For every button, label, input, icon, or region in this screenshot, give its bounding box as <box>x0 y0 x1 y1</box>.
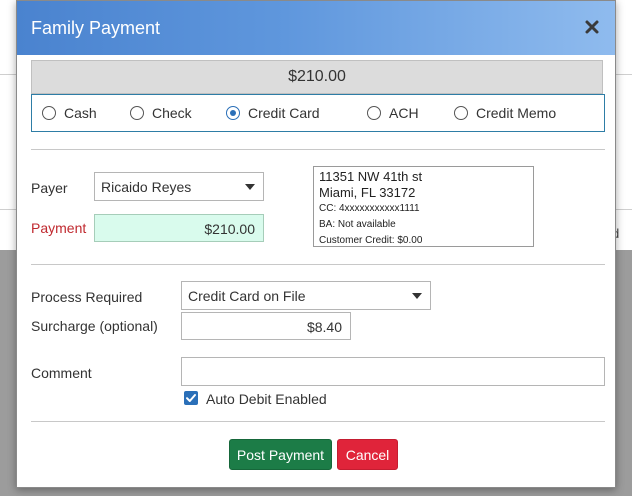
surcharge-label: Surcharge (optional) <box>31 318 158 334</box>
radio-label-check: Check <box>152 105 192 121</box>
customer-credit-info: Customer Credit: $0.00 <box>319 235 423 246</box>
checkmark-icon <box>186 394 196 402</box>
address-line1: 11351 NW 41th st <box>319 169 423 184</box>
radio-credit-card[interactable]: Credit Card <box>226 95 320 131</box>
radio-ach[interactable]: ACH <box>367 95 419 131</box>
payer-value: Ricaido Reyes <box>101 179 192 195</box>
radio-check[interactable]: Check <box>130 95 192 131</box>
payment-amount-display: $210.00 <box>31 60 603 94</box>
radio-label-cash: Cash <box>64 105 97 121</box>
radio-label-credit-card: Credit Card <box>248 105 320 121</box>
radio-selected-icon <box>226 106 240 120</box>
family-payment-dialog: Family Payment $210.00 Cash Check Credit… <box>16 0 616 488</box>
cancel-button[interactable]: Cancel <box>337 439 398 470</box>
section-divider <box>31 421 605 422</box>
payer-label: Payer <box>31 180 68 196</box>
payment-label: Payment <box>31 220 87 236</box>
surcharge-input[interactable]: $8.40 <box>181 312 351 340</box>
process-required-select[interactable]: Credit Card on File <box>181 281 431 310</box>
radio-cash[interactable]: Cash <box>42 95 97 131</box>
dialog-header: Family Payment <box>17 1 615 55</box>
payer-select[interactable]: Ricaido Reyes <box>94 172 264 201</box>
auto-debit-label: Auto Debit Enabled <box>206 391 327 407</box>
process-required-label: Process Required <box>31 289 143 305</box>
comment-input[interactable] <box>181 357 605 386</box>
chevron-down-icon <box>245 184 255 190</box>
radio-icon <box>454 106 468 120</box>
section-divider <box>31 264 605 265</box>
comment-label: Comment <box>31 365 92 381</box>
process-required-value: Credit Card on File <box>188 288 306 304</box>
radio-icon <box>130 106 144 120</box>
auto-debit-checkbox[interactable] <box>184 391 198 405</box>
radio-label-ach: ACH <box>389 105 419 121</box>
bank-account-info: BA: Not available <box>319 219 396 230</box>
dialog-title: Family Payment <box>31 18 161 38</box>
radio-icon <box>42 106 56 120</box>
payment-input[interactable]: $210.00 <box>94 214 264 242</box>
chevron-down-icon <box>412 293 422 299</box>
section-divider <box>31 149 605 150</box>
radio-icon <box>367 106 381 120</box>
payment-method-group: Cash Check Credit Card ACH Credit Memo <box>31 94 605 132</box>
close-icon[interactable] <box>581 16 603 38</box>
credit-card-info: CC: 4xxxxxxxxxxx1111 <box>319 203 420 214</box>
address-line2: Miami, FL 33172 <box>319 185 416 200</box>
radio-label-credit-memo: Credit Memo <box>476 105 557 121</box>
post-payment-button[interactable]: Post Payment <box>229 439 332 470</box>
payer-address-box: 11351 NW 41th st Miami, FL 33172 CC: 4xx… <box>313 166 534 247</box>
radio-credit-memo[interactable]: Credit Memo <box>454 95 556 131</box>
